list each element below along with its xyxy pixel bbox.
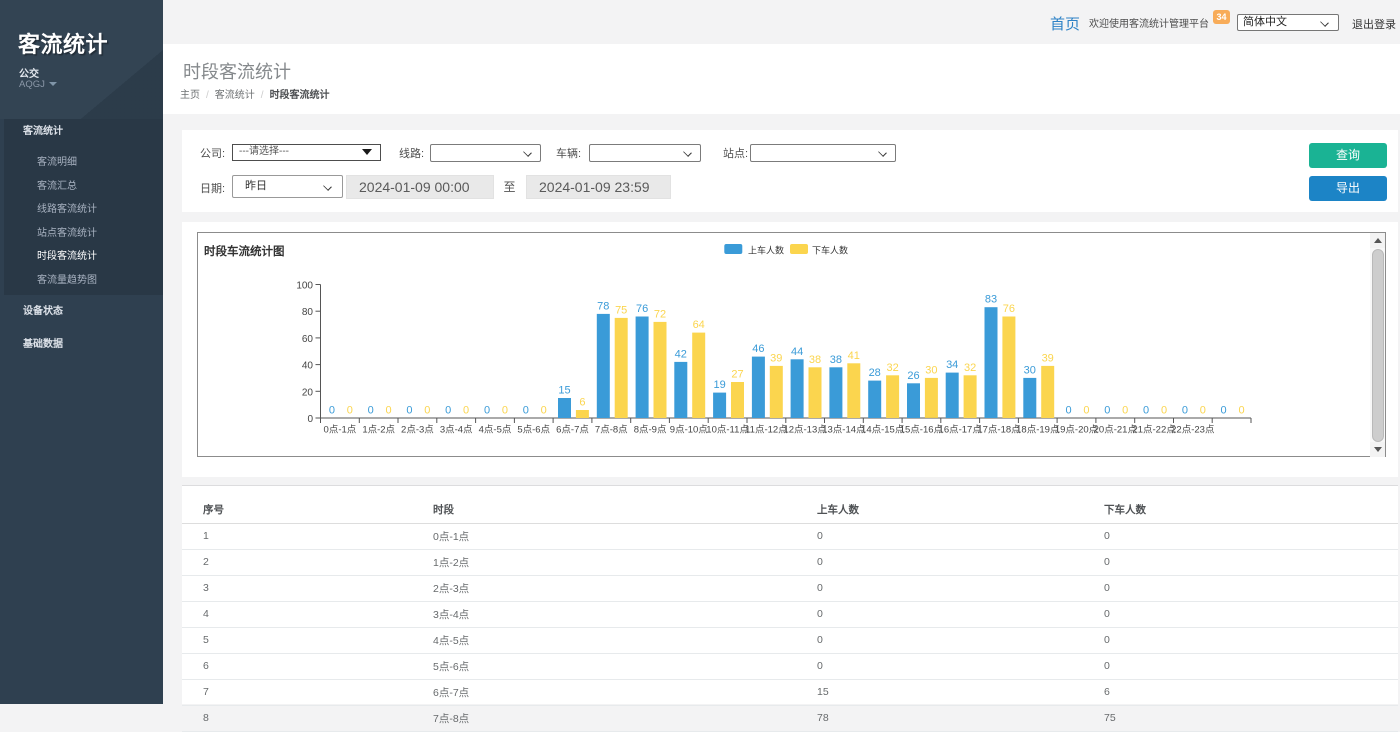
svg-text:10点-11点: 10点-11点 (706, 425, 749, 436)
svg-text:41: 41 (848, 350, 860, 362)
svg-text:4点-5点: 4点-5点 (479, 425, 512, 436)
svg-text:11点-12点: 11点-12点 (745, 425, 788, 436)
svg-text:0: 0 (1161, 405, 1167, 417)
svg-text:0: 0 (1182, 405, 1188, 417)
svg-text:16点-17点: 16点-17点 (939, 425, 983, 436)
svg-text:80: 80 (302, 307, 314, 318)
svg-text:6: 6 (579, 397, 585, 409)
svg-text:0: 0 (1221, 405, 1227, 417)
svg-text:76: 76 (636, 303, 648, 315)
svg-text:64: 64 (693, 319, 705, 331)
svg-text:0: 0 (484, 405, 490, 417)
svg-text:28: 28 (869, 367, 881, 379)
svg-text:20点-21点: 20点-21点 (1094, 425, 1138, 436)
svg-text:20: 20 (302, 387, 314, 398)
svg-text:0: 0 (329, 405, 335, 417)
svg-text:0: 0 (502, 405, 508, 417)
svg-text:15: 15 (558, 385, 570, 397)
svg-text:0: 0 (541, 405, 547, 417)
svg-text:38: 38 (809, 354, 821, 366)
svg-text:72: 72 (654, 308, 666, 320)
svg-text:14点-15点: 14点-15点 (861, 425, 905, 436)
svg-text:19点-20点: 19点-20点 (1055, 425, 1099, 436)
svg-text:0: 0 (368, 405, 374, 417)
svg-text:0: 0 (1143, 405, 1149, 417)
svg-text:0: 0 (463, 405, 469, 417)
svg-text:8点-9点: 8点-9点 (634, 425, 667, 436)
svg-text:44: 44 (791, 346, 803, 358)
svg-text:0: 0 (406, 405, 412, 417)
svg-text:19: 19 (713, 379, 725, 391)
svg-text:1点-2点: 1点-2点 (362, 425, 395, 436)
svg-text:100: 100 (296, 281, 313, 292)
svg-text:3点-4点: 3点-4点 (440, 425, 473, 436)
svg-text:0点-1点: 0点-1点 (324, 425, 357, 436)
svg-text:0: 0 (1200, 405, 1206, 417)
svg-text:30: 30 (1024, 364, 1036, 376)
svg-text:76: 76 (1003, 303, 1015, 315)
svg-text:32: 32 (886, 362, 898, 374)
svg-text:5点-6点: 5点-6点 (517, 425, 550, 436)
svg-text:9点-10点: 9点-10点 (670, 425, 709, 436)
svg-text:0: 0 (386, 405, 392, 417)
svg-text:0: 0 (424, 405, 430, 417)
svg-text:38: 38 (830, 354, 842, 366)
svg-text:83: 83 (985, 294, 997, 306)
svg-text:上车人数: 上车人数 (748, 245, 784, 256)
svg-text:0: 0 (347, 405, 353, 417)
svg-text:0: 0 (1122, 405, 1128, 417)
svg-text:60: 60 (302, 334, 314, 345)
svg-text:26: 26 (907, 370, 919, 382)
svg-text:0: 0 (445, 405, 451, 417)
svg-text:2点-3点: 2点-3点 (401, 425, 434, 436)
svg-text:0: 0 (1065, 405, 1071, 417)
svg-text:34: 34 (946, 359, 958, 371)
svg-text:0: 0 (1238, 405, 1244, 417)
svg-text:46: 46 (752, 343, 764, 355)
svg-text:15点-16点: 15点-16点 (900, 425, 944, 436)
svg-text:30: 30 (925, 364, 937, 376)
svg-text:39: 39 (1042, 352, 1054, 364)
svg-text:42: 42 (675, 348, 687, 360)
svg-text:75: 75 (615, 304, 627, 316)
svg-text:13点-14点: 13点-14点 (822, 425, 866, 436)
svg-text:32: 32 (964, 362, 976, 374)
svg-text:7点-8点: 7点-8点 (595, 425, 628, 436)
svg-text:0: 0 (523, 405, 529, 417)
svg-text:40: 40 (302, 361, 314, 372)
svg-text:18点-19点: 18点-19点 (1016, 425, 1060, 436)
svg-text:0: 0 (1083, 405, 1089, 417)
svg-text:12点-13点: 12点-13点 (783, 425, 827, 436)
svg-text:27: 27 (731, 369, 743, 381)
svg-text:17点-18点: 17点-18点 (977, 425, 1021, 436)
svg-text:6点-7点: 6点-7点 (556, 425, 589, 436)
svg-text:下车人数: 下车人数 (812, 245, 848, 256)
svg-text:21点-22点: 21点-22点 (1132, 425, 1176, 436)
svg-text:0: 0 (307, 414, 313, 425)
svg-text:0: 0 (1104, 405, 1110, 417)
svg-text:22点-23点: 22点-23点 (1171, 425, 1215, 436)
svg-text:39: 39 (770, 352, 782, 364)
svg-text:78: 78 (597, 300, 609, 312)
